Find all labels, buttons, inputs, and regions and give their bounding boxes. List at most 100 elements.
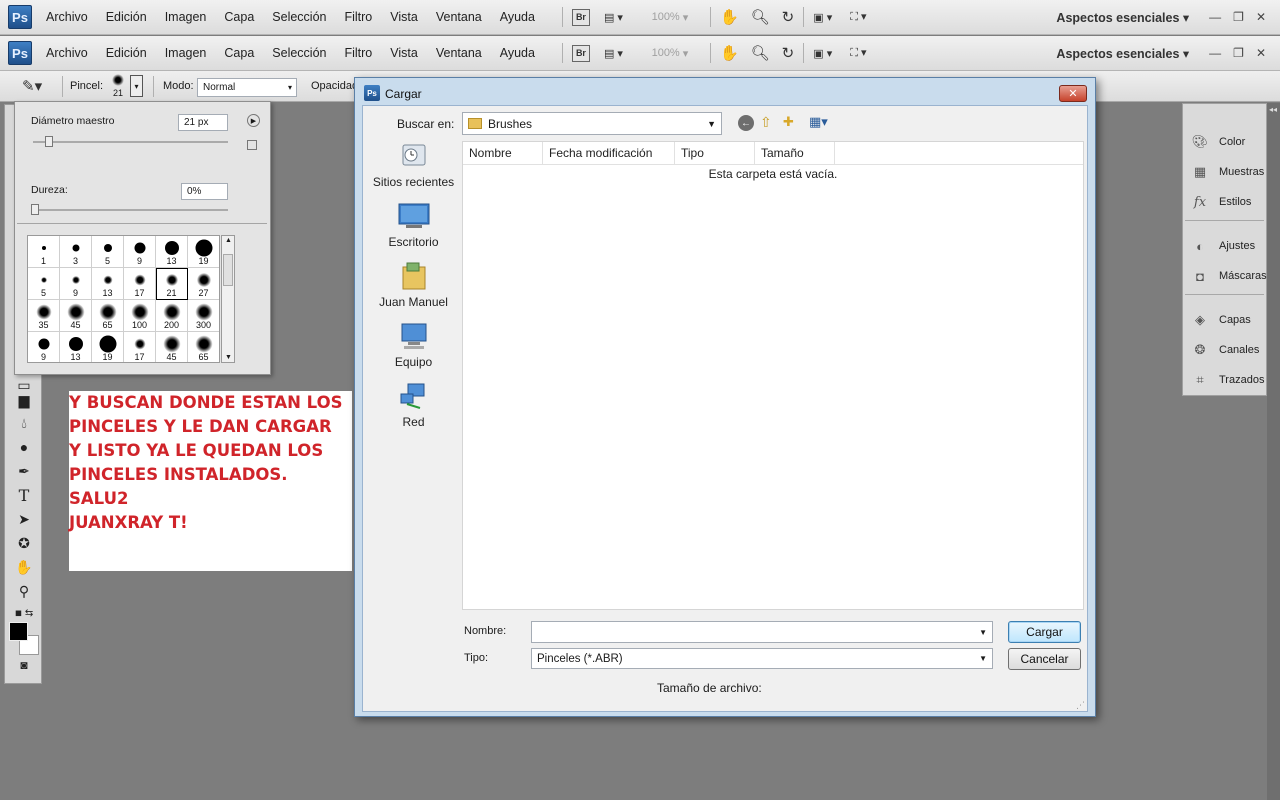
cargar-button[interactable]: Cargar	[1008, 621, 1081, 643]
menu-capa[interactable]: Capa	[224, 46, 254, 60]
zoom-tool-icon[interactable]: 🔍︎	[751, 42, 770, 64]
restore-icon[interactable]: ❐	[1233, 10, 1244, 24]
pen-tool-icon[interactable]: ✒	[14, 461, 34, 481]
up-folder-icon[interactable]: ⇧	[760, 114, 772, 131]
menu-vista[interactable]: Vista	[390, 10, 418, 24]
menu-imagen[interactable]: Imagen	[165, 46, 207, 60]
menu-seleccion[interactable]: Selección	[272, 46, 326, 60]
minimize-icon[interactable]: —	[1209, 10, 1221, 24]
brush-preset[interactable]: 35	[28, 300, 60, 332]
blur-tool-icon[interactable]: 💧︎	[14, 413, 34, 433]
new-folder-icon[interactable]: ✚	[783, 114, 794, 130]
menu-vista[interactable]: Vista	[390, 46, 418, 60]
place-computer[interactable]: Equipo	[366, 321, 461, 369]
panel-color[interactable]: 🎨︎ Color	[1191, 132, 1246, 152]
panel-mascaras[interactable]: ◘ Máscaras	[1191, 266, 1267, 286]
menu-ventana[interactable]: Ventana	[436, 46, 482, 60]
rotate-view-icon[interactable]: ↻	[782, 6, 795, 28]
cancelar-button[interactable]: Cancelar	[1008, 648, 1081, 670]
dureza-input[interactable]: 0%	[181, 183, 228, 200]
view-menu-icon[interactable]: ▦▾	[809, 114, 828, 130]
brush-picker-button[interactable]: ▾	[130, 75, 143, 97]
path-selection-icon[interactable]: ➤	[14, 509, 34, 529]
menu-archivo[interactable]: Archivo	[46, 10, 88, 24]
brush-preset[interactable]: 27	[188, 268, 219, 300]
screen-mode-icon[interactable]: ⛶ ▾	[850, 42, 866, 64]
arrange-documents-icon[interactable]: ▣ ▾	[813, 42, 832, 64]
menu-archivo[interactable]: Archivo	[46, 46, 88, 60]
panel-menu-icon[interactable]: ▶	[247, 114, 260, 127]
panel-capas[interactable]: ◈ Capas	[1191, 310, 1251, 330]
dodge-tool-icon[interactable]: ●	[14, 437, 34, 457]
column-nombre[interactable]: Nombre	[463, 142, 543, 164]
view-extras-icon[interactable]: ▤ ▾	[604, 42, 623, 64]
view-extras-icon[interactable]: ▤ ▾	[604, 6, 623, 28]
brush-preset[interactable]: 65	[188, 332, 219, 362]
brush-preset[interactable]: 5	[92, 236, 124, 268]
bridge-icon[interactable]: Br	[571, 8, 590, 26]
place-desktop[interactable]: Escritorio	[366, 201, 461, 249]
brush-preset[interactable]: 45	[60, 300, 92, 332]
brush-preset[interactable]: 300	[188, 300, 219, 332]
brush-preset[interactable]: 200	[156, 300, 188, 332]
scroll-up-icon[interactable]: ▲	[225, 237, 232, 244]
brush-preset[interactable]: 21	[156, 268, 188, 300]
custom-shape-icon[interactable]: ✪	[14, 533, 34, 553]
menu-imagen[interactable]: Imagen	[165, 10, 207, 24]
place-network[interactable]: Red	[366, 381, 461, 429]
scroll-down-icon[interactable]: ▼	[225, 354, 232, 361]
foreground-color-swatch[interactable]	[9, 622, 28, 641]
dureza-slider-track[interactable]	[33, 209, 228, 211]
minimize-icon[interactable]: —	[1209, 46, 1221, 60]
quick-mask-icon[interactable]: ◙	[14, 655, 34, 675]
hand-tool-icon[interactable]: ✋	[720, 6, 739, 28]
file-list[interactable]: Nombre Fecha modificación Tipo Tamaño Es…	[462, 141, 1084, 610]
rotate-view-icon[interactable]: ↻	[782, 42, 795, 64]
menu-ventana[interactable]: Ventana	[436, 10, 482, 24]
mode-select[interactable]: Normal ▾	[197, 78, 297, 97]
brush-preset[interactable]: 19	[188, 236, 219, 268]
diametro-slider-thumb[interactable]	[44, 136, 53, 147]
bridge-icon[interactable]: Br	[571, 44, 590, 62]
column-tipo[interactable]: Tipo	[675, 142, 755, 164]
menu-edicion[interactable]: Edición	[106, 46, 147, 60]
brush-preset[interactable]: 17	[124, 332, 156, 362]
menu-capa[interactable]: Capa	[224, 10, 254, 24]
brush-preset[interactable]: 45	[156, 332, 188, 362]
column-fecha[interactable]: Fecha modificación	[543, 142, 675, 164]
reset-size-icon[interactable]	[247, 140, 257, 150]
zoom-tool-icon[interactable]: 🔍︎	[751, 6, 770, 28]
restore-icon[interactable]: ❐	[1233, 46, 1244, 60]
brush-grid-scrollbar[interactable]: ▲ ▼	[221, 235, 235, 363]
swap-colors-icon[interactable]: ◾ ⇆	[14, 603, 34, 623]
dureza-slider-thumb[interactable]	[31, 204, 39, 215]
menu-ayuda[interactable]: Ayuda	[500, 10, 535, 24]
diametro-slider-track[interactable]	[33, 141, 228, 143]
workspace-switcher[interactable]: Aspectos esenciales ▾	[1056, 46, 1189, 61]
close-icon[interactable]: ✕	[1256, 10, 1266, 24]
panel-ajustes[interactable]: ◐ Ajustes	[1191, 236, 1255, 256]
menu-filtro[interactable]: Filtro	[344, 46, 372, 60]
menu-edicion[interactable]: Edición	[106, 10, 147, 24]
resize-grip-icon[interactable]: ⋰	[1076, 700, 1085, 711]
panel-muestras[interactable]: ▦ Muestras	[1191, 162, 1264, 182]
brush-preset[interactable]: 13	[60, 332, 92, 362]
brush-preset[interactable]: 19	[92, 332, 124, 362]
panel-estilos[interactable]: fx Estilos	[1191, 192, 1251, 212]
panel-canales[interactable]: ❂ Canales	[1191, 340, 1260, 360]
arrange-documents-icon[interactable]: ▣ ▾	[813, 6, 832, 28]
dialog-close-button[interactable]: ✕	[1059, 85, 1087, 102]
brush-preset[interactable]: 1	[28, 236, 60, 268]
back-icon[interactable]: ←	[738, 115, 754, 131]
menu-ayuda[interactable]: Ayuda	[500, 46, 535, 60]
column-tamano[interactable]: Tamaño	[755, 142, 835, 164]
brush-preset[interactable]: 3	[60, 236, 92, 268]
dock-collapse-strip[interactable]: ◂◂	[1267, 103, 1280, 800]
filename-input[interactable]: ▼	[531, 621, 993, 643]
brush-preset[interactable]: 9	[124, 236, 156, 268]
brush-preset[interactable]: 65	[92, 300, 124, 332]
menu-seleccion[interactable]: Selección	[272, 10, 326, 24]
screen-mode-icon[interactable]: ⛶ ▾	[850, 6, 866, 28]
hand-tool-icon[interactable]: ✋	[720, 42, 739, 64]
look-in-select[interactable]: Brushes ▼	[462, 112, 722, 135]
